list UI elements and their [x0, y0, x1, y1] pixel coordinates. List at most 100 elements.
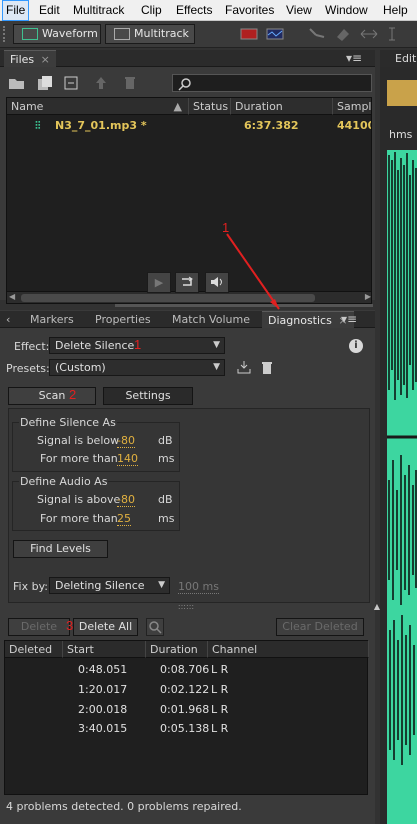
spectral-frequency-icon[interactable]	[238, 25, 260, 43]
panel-menu-icon[interactable]: ▾≡	[346, 51, 362, 65]
file-sample: 44100	[337, 119, 372, 132]
menu-multitrack[interactable]: Multitrack	[70, 0, 127, 21]
settings-button[interactable]: Settings	[103, 387, 193, 405]
menu-effects[interactable]: Effects	[173, 0, 215, 21]
close-icon[interactable]: ×	[41, 53, 50, 66]
more-than-label: For more than	[40, 452, 118, 465]
chevron-down-icon: ▼	[213, 362, 220, 372]
search-input[interactable]	[172, 74, 372, 92]
info-icon[interactable]: i	[349, 339, 363, 353]
define-silence-title: Define Silence As	[19, 416, 117, 429]
presets-value: (Custom)	[55, 361, 106, 374]
column-name[interactable]: Name ▲	[7, 98, 189, 115]
scroll-right-icon[interactable]: ▶	[365, 292, 371, 301]
audio-threshold-value[interactable]: -80	[117, 493, 135, 507]
diagnostics-tab-label: Diagnostics	[268, 314, 332, 327]
scroll-tabs-left-icon[interactable]: ‹	[0, 311, 16, 328]
multitrack-button[interactable]: Multitrack	[105, 24, 195, 44]
menu-help[interactable]: Help	[380, 0, 411, 21]
clear-deleted-button[interactable]: Clear Deleted	[276, 618, 364, 636]
chevron-down-icon: ▼	[213, 340, 220, 350]
save-preset-icon[interactable]	[236, 359, 252, 375]
open-folder-icon[interactable]	[8, 76, 26, 90]
tab-bar: ‹ Markers Properties Match Volume Diagno…	[0, 311, 375, 328]
annotation-number: 1	[134, 337, 142, 352]
scroll-left-icon[interactable]: ◀	[9, 292, 15, 301]
search-icon	[178, 78, 191, 91]
multitrack-label: Multitrack	[134, 27, 189, 40]
column-start[interactable]: Start	[63, 641, 146, 658]
play-button[interactable]: ▶	[147, 272, 171, 293]
trash-icon	[122, 75, 138, 91]
menu-view[interactable]: View	[283, 0, 315, 21]
tab-files[interactable]: Files ×	[4, 50, 56, 67]
fix-by-label: Fix by:	[13, 580, 48, 593]
panel-divider[interactable]	[115, 304, 373, 307]
time-selection-tool-icon[interactable]	[386, 25, 408, 43]
column-status[interactable]: Status	[189, 98, 231, 115]
column-deleted[interactable]: Deleted	[5, 641, 63, 658]
silence-threshold-value[interactable]: -80	[117, 434, 135, 448]
resize-grip-icon[interactable]: ::::::	[174, 602, 198, 611]
row-channel: L R	[211, 703, 229, 716]
menu-window[interactable]: Window	[322, 0, 371, 21]
column-name-label: Name	[11, 100, 44, 113]
waveform-display[interactable]	[387, 150, 417, 824]
waveform-file-icon: ⫶⫶	[35, 119, 41, 132]
panel-menu-icon[interactable]: ▾≡	[340, 312, 358, 326]
zoom-icon[interactable]	[146, 618, 164, 636]
waveform-button[interactable]: Waveform	[13, 24, 101, 44]
chevron-down-icon: ▼	[158, 580, 165, 590]
multitrack-icon	[114, 28, 130, 40]
tab-properties[interactable]: Properties	[89, 311, 157, 328]
move-tool-icon[interactable]	[306, 25, 328, 43]
import-file-icon[interactable]	[36, 75, 54, 91]
menu-file[interactable]: File	[2, 0, 30, 21]
column-channel[interactable]: Channel	[208, 641, 369, 658]
row-channel: L R	[211, 722, 229, 735]
column-duration[interactable]: Duration	[231, 98, 333, 115]
tab-match-volume[interactable]: Match Volume	[166, 311, 256, 328]
row-duration: 0:01.968	[160, 703, 210, 716]
status-text: 4 problems detected. 0 problems repaired…	[6, 800, 242, 813]
razor-tool-icon[interactable]	[332, 25, 354, 43]
loop-button[interactable]	[175, 272, 199, 293]
row-duration: 0:02.122	[160, 683, 210, 696]
audio-duration-value[interactable]: 25	[117, 512, 131, 526]
presets-dropdown[interactable]: (Custom) ▼	[49, 359, 225, 376]
annotation-number: 2	[69, 387, 77, 402]
spectral-pitch-icon[interactable]	[264, 25, 286, 43]
slip-tool-icon[interactable]	[358, 25, 380, 43]
menu-favorites[interactable]: Favorites	[222, 0, 277, 21]
row-start: 2:00.018	[78, 703, 128, 716]
scrollbar-thumb[interactable]	[21, 294, 315, 302]
fix-by-value: Deleting Silence	[55, 579, 145, 592]
delete-all-button[interactable]: Delete All	[73, 618, 138, 636]
more-than-label: For more than	[40, 512, 118, 525]
find-levels-button[interactable]: Find Levels	[13, 540, 108, 558]
delete-button[interactable]: Delete	[8, 618, 70, 636]
column-sample[interactable]: Sample	[333, 98, 371, 115]
editor-tab-label: Editi	[395, 52, 417, 65]
new-file-icon[interactable]	[63, 75, 81, 91]
editor-tab[interactable]: Editi	[380, 50, 417, 67]
overview-thumbnail[interactable]	[387, 80, 417, 106]
menu-clip[interactable]: Clip	[138, 0, 165, 21]
menu-edit[interactable]: Edit	[36, 0, 63, 21]
row-start: 3:40.015	[78, 722, 128, 735]
editor-panel: Editi hms	[380, 50, 417, 824]
insert-into-multitrack-icon	[92, 75, 110, 91]
tab-markers[interactable]: Markers	[24, 311, 80, 328]
autoplay-volume-button[interactable]	[205, 272, 229, 293]
files-panel: Files × ▾≡ Name ▲ Status Duration Sample…	[0, 50, 375, 304]
fix-by-dropdown[interactable]: Deleting Silence ▼	[49, 577, 170, 594]
files-panel-header: Files × ▾≡	[0, 50, 375, 67]
time-ruler-label: hms	[389, 128, 413, 141]
column-duration[interactable]: Duration	[146, 641, 208, 658]
signal-below-label: Signal is below	[37, 434, 120, 447]
scan-button[interactable]: Scan	[8, 387, 96, 405]
waveform-icon	[22, 28, 38, 40]
sort-up-icon: ▲	[173, 100, 182, 113]
delete-preset-icon[interactable]	[259, 359, 275, 375]
silence-duration-value[interactable]: 140	[117, 452, 138, 466]
